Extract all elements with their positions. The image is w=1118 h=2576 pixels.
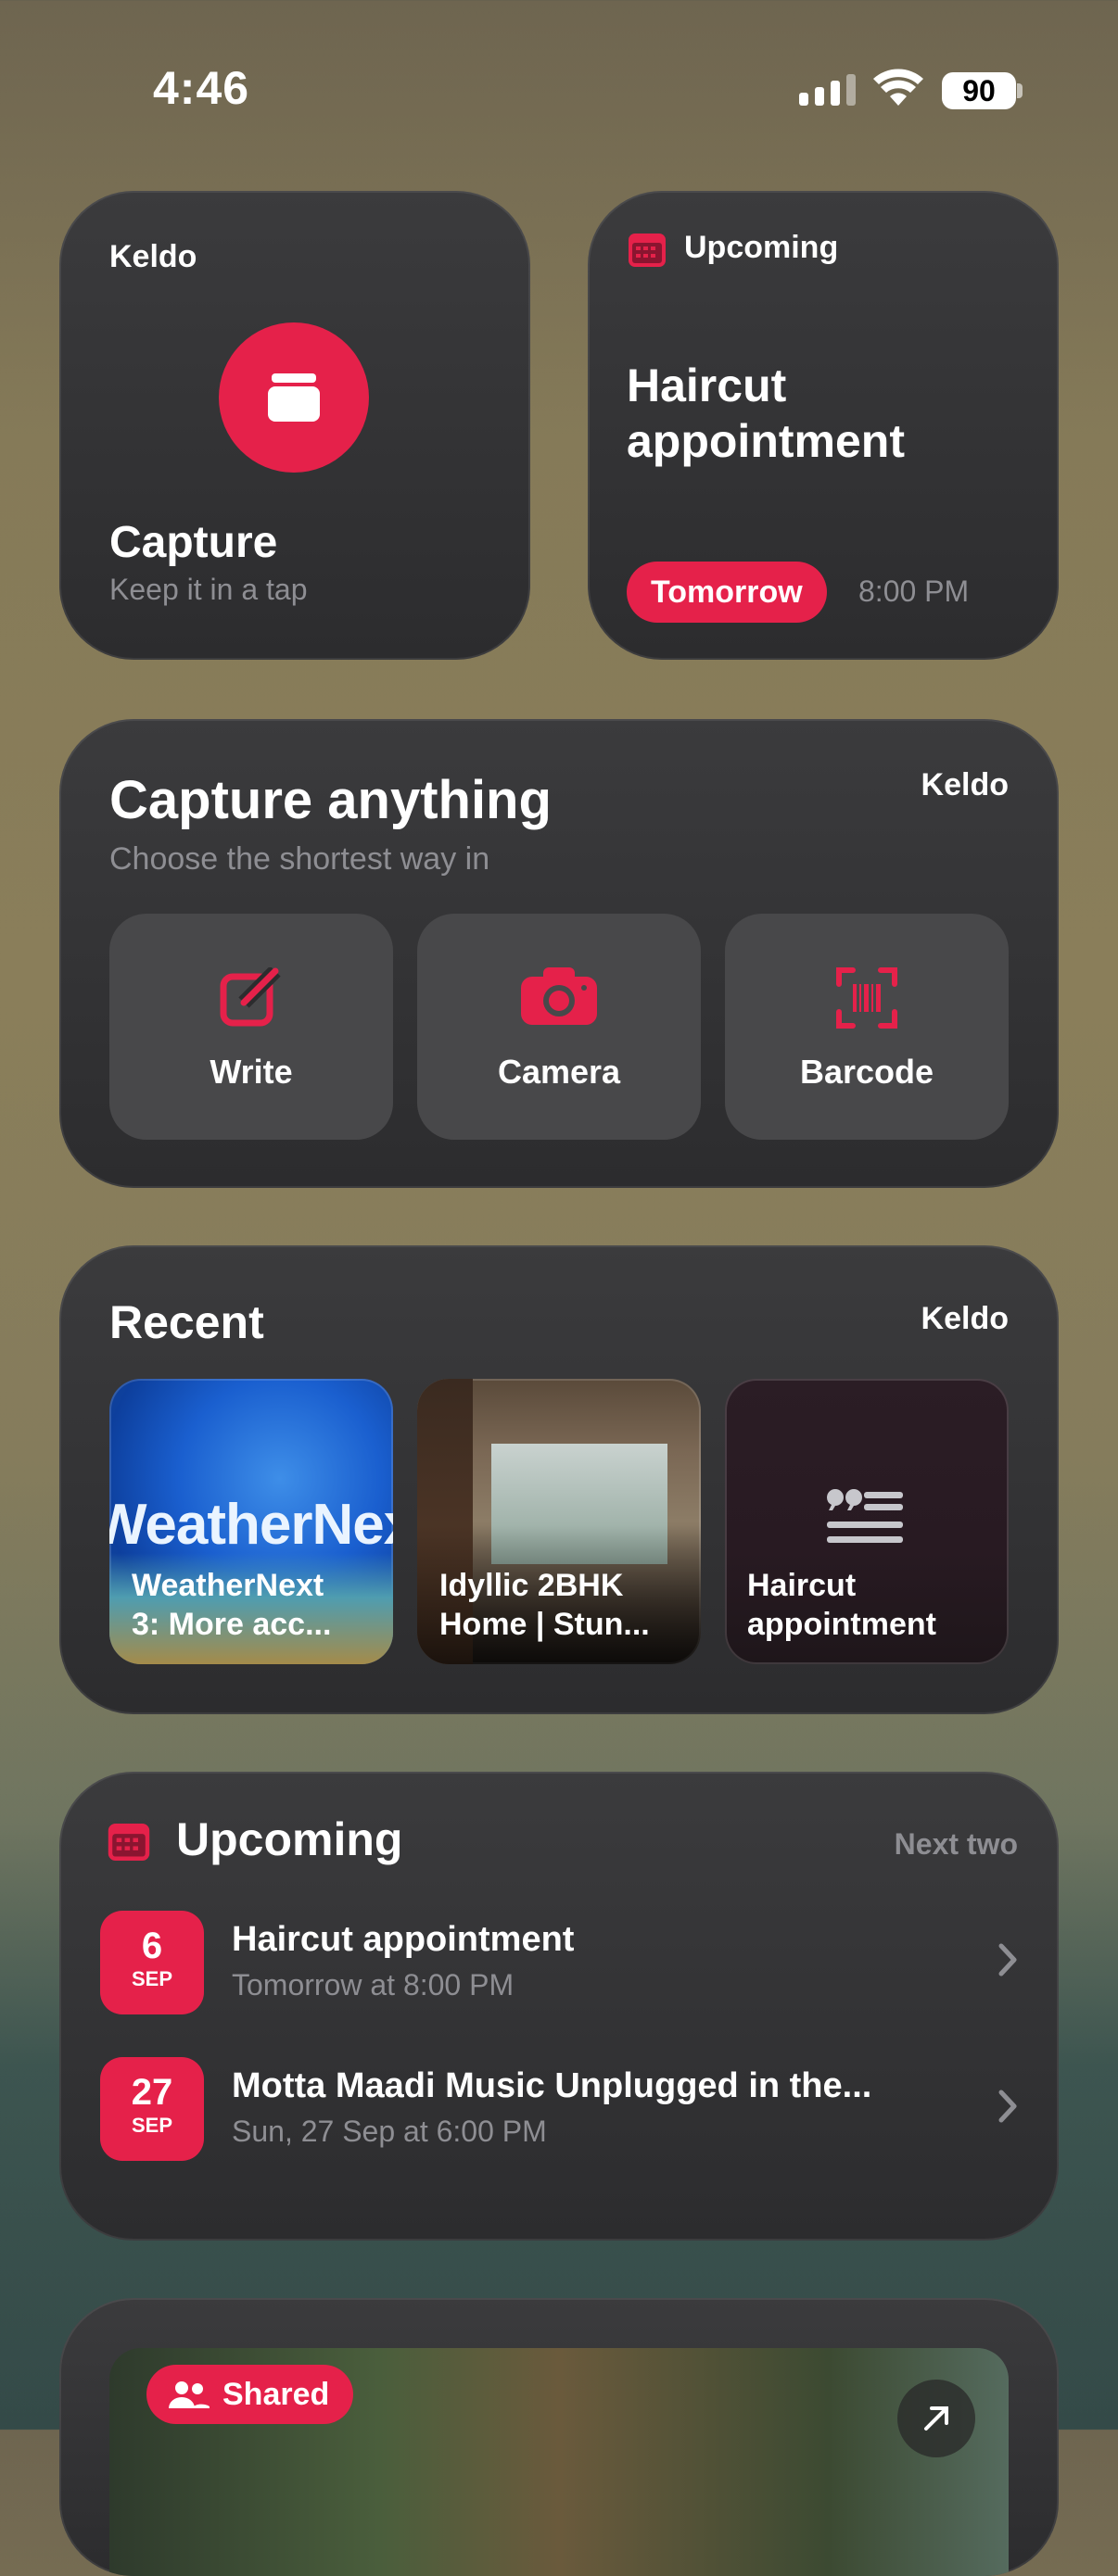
open-button[interactable]: [897, 2380, 975, 2457]
camera-icon: [521, 967, 597, 1025]
event-row[interactable]: 27 SEP Motta Maadi Music Unplugged in th…: [100, 2057, 1018, 2168]
event-title: Motta Maadi Music Unplugged in the...: [232, 2066, 872, 2105]
widget-app-name: Keldo: [109, 239, 197, 274]
status-time: 4:46: [153, 62, 250, 114]
barcode-button[interactable]: Barcode: [725, 914, 1009, 1140]
capture-anything-widget: Capture anything Choose the shortest way…: [59, 719, 1059, 1188]
upcoming-widget: Upcoming Next two 6 SEP Haircut appointm…: [59, 1772, 1059, 2241]
capture-button[interactable]: [219, 322, 369, 473]
widget-title: Capture anything: [109, 770, 552, 830]
widget-label: Upcoming: [684, 230, 839, 265]
thumbnail-text: WeatherNext: [109, 1493, 393, 1557]
chevron-right-icon: [997, 2089, 1018, 2128]
event-when: Sun, 27 Sep at 6:00 PM: [232, 2115, 547, 2148]
recent-item-label: WeatherNext 3: More acc...: [132, 1568, 332, 1642]
event-title: Haircut appointment: [232, 1920, 575, 1959]
capture-widget[interactable]: Keldo Capture Keep it in a tap: [59, 191, 530, 660]
camera-label: Camera: [497, 1053, 621, 1091]
recent-item-haircut[interactable]: Haircut appointment: [725, 1379, 1009, 1664]
recent-widget: Recent Keldo WeatherNext WeatherNext3: M…: [59, 1245, 1059, 1714]
write-button[interactable]: Write: [109, 914, 393, 1140]
recent-item-idyllic-2bhk[interactable]: Idyllic 2BHK Home | Stun...: [417, 1379, 701, 1664]
day-badge: Tomorrow: [627, 562, 827, 623]
next-two-label: Next two: [894, 1827, 1018, 1861]
barcode-label: Barcode: [799, 1053, 934, 1091]
quote-text-icon: [827, 1488, 903, 1559]
inbox-stack-icon: [268, 373, 320, 422]
recent-item-label: Idyllic 2BHK Home | Stun...: [439, 1568, 650, 1642]
widget-subtitle: Choose the shortest way in: [109, 841, 490, 877]
recent-item-weathernext[interactable]: WeatherNext WeatherNext3: More acc...: [109, 1379, 393, 1664]
widget-title: Recent: [109, 1296, 264, 1348]
recent-item-label: Haircut appointment: [747, 1568, 936, 1642]
widget-title: Upcoming: [176, 1813, 403, 1865]
widget-title: Capture: [109, 518, 278, 567]
shared-thumbnail: Shared: [109, 2348, 1009, 2576]
widget-app-name: Keldo: [921, 1301, 1009, 1336]
compose-icon: [220, 967, 281, 1027]
wifi-icon: [873, 69, 923, 112]
event-time: 8:00 PM: [858, 575, 970, 608]
upcoming-small-widget[interactable]: Upcoming Haircut appointment Tomorrow 8:…: [588, 191, 1059, 660]
shared-badge: Shared: [146, 2365, 354, 2424]
cellular-signal-icon: [799, 74, 856, 106]
battery-indicator: 90: [942, 72, 1016, 109]
event-row[interactable]: 6 SEP Haircut appointment Tomorrow at 8:…: [100, 1911, 1018, 2022]
widget-app-name: Keldo: [921, 767, 1009, 802]
chevron-right-icon: [997, 1942, 1018, 1982]
shared-widget[interactable]: Shared: [59, 2298, 1059, 2576]
event-when: Tomorrow at 8:00 PM: [232, 1968, 515, 2001]
write-label: Write: [210, 1053, 293, 1091]
widget-subtitle: Keep it in a tap: [109, 573, 308, 606]
barcode-scan-icon: [836, 967, 897, 1029]
people-icon: [169, 2381, 210, 2408]
camera-button[interactable]: Camera: [417, 914, 701, 1140]
calendar-icon: [629, 234, 666, 271]
calendar-icon: [108, 1824, 150, 1865]
event-title: Haircut appointment: [627, 360, 905, 467]
battery-tip: [1017, 83, 1023, 98]
date-badge: 27 SEP: [100, 2057, 204, 2161]
date-badge: 6 SEP: [100, 1911, 204, 2014]
